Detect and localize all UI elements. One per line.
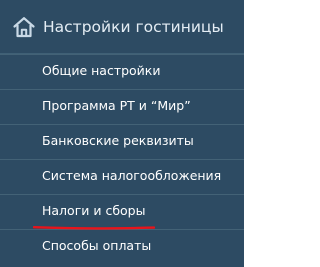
- menu-header[interactable]: Настройки гостиницы: [0, 0, 244, 54]
- menu-item-taxes-and-fees[interactable]: Налоги и сборы: [0, 194, 244, 229]
- menu-item-payment-methods[interactable]: Способы оплаты: [0, 229, 244, 264]
- red-underline-annotation: [33, 226, 155, 230]
- menu-item-label: Банковские реквизиты: [42, 133, 194, 148]
- menu-item-label: Налоги и сборы: [42, 203, 146, 218]
- menu-item-bank-details[interactable]: Банковские реквизиты: [0, 124, 244, 159]
- home-icon: [13, 17, 35, 38]
- menu-title: Настройки гостиницы: [43, 18, 224, 36]
- menu-item-label: Система налогообложения: [42, 168, 222, 183]
- menu-item-label: Способы оплаты: [42, 238, 152, 253]
- hotel-settings-menu: Настройки гостиницы Общие настройки Прог…: [0, 0, 244, 267]
- menu-item-rt-mir-program[interactable]: Программа РТ и “Мир”: [0, 89, 244, 124]
- menu-item-label: Общие настройки: [42, 63, 161, 78]
- menu-item-general-settings[interactable]: Общие настройки: [0, 54, 244, 89]
- menu-item-label: Программа РТ и “Мир”: [42, 98, 191, 113]
- menu-item-tax-system[interactable]: Система налогообложения: [0, 159, 244, 194]
